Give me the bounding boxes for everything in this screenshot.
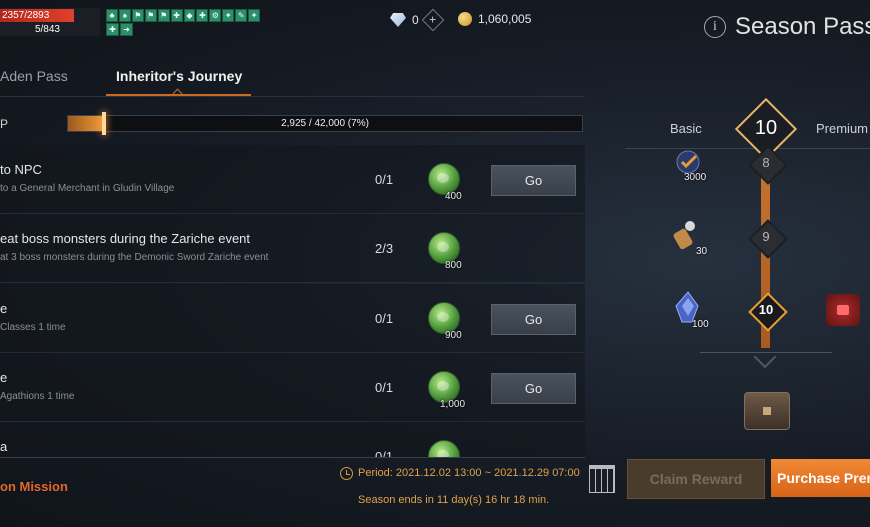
- mission-title: e: [0, 370, 8, 385]
- current-level: 10: [754, 117, 778, 139]
- mission-row: to NPC to a General Merchant in Gludin V…: [0, 145, 585, 214]
- claim-reward-button[interactable]: Claim Reward: [627, 459, 765, 499]
- buff-icon[interactable]: ◆: [183, 9, 196, 22]
- calendar-icon[interactable]: [589, 465, 615, 493]
- mp-text: 5/843: [34, 24, 60, 35]
- reward-amount: 3000: [684, 172, 707, 183]
- caret-up-icon: [172, 88, 183, 99]
- tab-aden-pass[interactable]: Aden Pass: [0, 68, 68, 84]
- page-title: Season Pass: [735, 13, 870, 40]
- level-node-label: 10: [758, 302, 774, 317]
- buff-icon[interactable]: ✦: [222, 9, 235, 22]
- go-button[interactable]: Go: [491, 373, 576, 404]
- xp-orb-icon: [428, 440, 460, 457]
- top-bar: 2357/2893 5/843 ♣ ♠ ⚑ ⚑ ⚑ ✚ ◆ ✚ ⚙ ✦ ✎ ✦ …: [0, 0, 870, 52]
- xp-bar: 2,925 / 42,000 (7%): [67, 112, 583, 135]
- mission-desc: to a General Merchant in Gludin Village: [0, 183, 175, 194]
- mission-title: a: [0, 439, 8, 454]
- season-ends: Season ends in 11 day(s) 16 hr 18 min.: [358, 494, 550, 506]
- mission-desc: Classes 1 time: [0, 322, 66, 333]
- diamond-count: 0: [412, 13, 419, 27]
- mission-reward: 800: [445, 260, 462, 271]
- diamond-icon: [390, 13, 406, 27]
- buff-icon[interactable]: ✚: [196, 9, 209, 22]
- mission-reward: 1,000: [440, 399, 466, 410]
- plus-icon: +: [429, 12, 437, 27]
- buff-list-2: ✚ ➜: [106, 23, 133, 36]
- divider: [625, 148, 870, 149]
- mission-row: a 0/1: [0, 422, 585, 457]
- tab-inheritors-journey[interactable]: Inheritor's Journey: [116, 68, 242, 84]
- diamond-currency: 0 +: [390, 8, 445, 32]
- purchase-premium-button[interactable]: Purchase Premium: [771, 459, 870, 497]
- coin-icon: [458, 12, 472, 26]
- buff-icon[interactable]: ✎: [235, 9, 248, 22]
- level-node-label: 8: [762, 155, 770, 170]
- hp-text: 2357/2893: [2, 10, 50, 21]
- buff-icon[interactable]: ⚑: [157, 9, 170, 22]
- buff-icon[interactable]: ⚑: [131, 9, 144, 22]
- lock-icon: [826, 294, 860, 326]
- adena-count: 1,060,005: [478, 12, 532, 26]
- buff-icon[interactable]: ⚙: [209, 9, 222, 22]
- mission-reward: 400: [445, 191, 462, 202]
- season-period: Period: 2021.12.02 13:00 ~ 2021.12.29 07…: [358, 467, 580, 479]
- buff-icon[interactable]: ➜: [120, 23, 133, 36]
- mission-title: e: [0, 301, 8, 316]
- mission-progress: 0/1: [375, 311, 394, 326]
- mission-row: eat boss monsters during the Zariche eve…: [0, 214, 585, 283]
- chest-icon[interactable]: [744, 392, 790, 430]
- hp-bar: 2357/2893: [0, 9, 74, 22]
- mission-progress: 0/1: [375, 449, 394, 457]
- mission-row: e Agathions 1 time 0/1 1,000 Go: [0, 353, 585, 422]
- buff-icon[interactable]: ♣: [106, 9, 118, 22]
- mission-list: to NPC to a General Merchant in Gludin V…: [0, 145, 585, 457]
- premium-label: Premium: [816, 121, 869, 136]
- ongoing-mission-tab[interactable]: on Mission: [0, 479, 68, 494]
- buff-icon[interactable]: ⚑: [144, 9, 157, 22]
- mission-progress: 2/3: [375, 241, 394, 256]
- mission-row: e Classes 1 time 0/1 900 Go: [0, 284, 585, 353]
- buff-icon[interactable]: ♠: [118, 9, 131, 22]
- reward-amount: 30: [696, 246, 708, 257]
- go-button[interactable]: Go: [491, 304, 576, 335]
- buff-icon[interactable]: ✚: [170, 9, 183, 22]
- buff-icon[interactable]: ✦: [248, 9, 261, 22]
- tab-bar: Aden Pass Inheritor's Journey: [0, 58, 585, 99]
- mission-desc: Agathions 1 time: [0, 391, 75, 402]
- reward-amount: 100: [692, 319, 709, 330]
- adena-currency: 1,060,005: [458, 12, 531, 26]
- go-button[interactable]: Go: [491, 165, 576, 196]
- mission-title: to NPC: [0, 162, 42, 177]
- mission-reward: 900: [445, 330, 462, 341]
- mission-progress: 0/1: [375, 380, 394, 395]
- buff-list: ♣ ♠ ⚑ ⚑ ⚑ ✚ ◆ ✚ ⚙ ✦ ✎ ✦: [106, 9, 261, 22]
- mission-desc: at 3 boss monsters during the Demonic Sw…: [0, 252, 269, 263]
- divider: [0, 457, 585, 458]
- buff-icon[interactable]: ✚: [106, 23, 119, 36]
- info-icon[interactable]: i: [704, 16, 726, 38]
- basic-label: Basic: [670, 121, 702, 136]
- add-diamonds-button[interactable]: +: [421, 8, 445, 32]
- mission-progress: 0/1: [375, 172, 394, 187]
- xp-text: 2,925 / 42,000 (7%): [281, 118, 369, 129]
- mission-title: eat boss monsters during the Zariche eve…: [0, 231, 251, 246]
- clock-icon: [340, 467, 353, 480]
- xp-label: P: [0, 117, 9, 131]
- level-node-label: 9: [762, 229, 770, 244]
